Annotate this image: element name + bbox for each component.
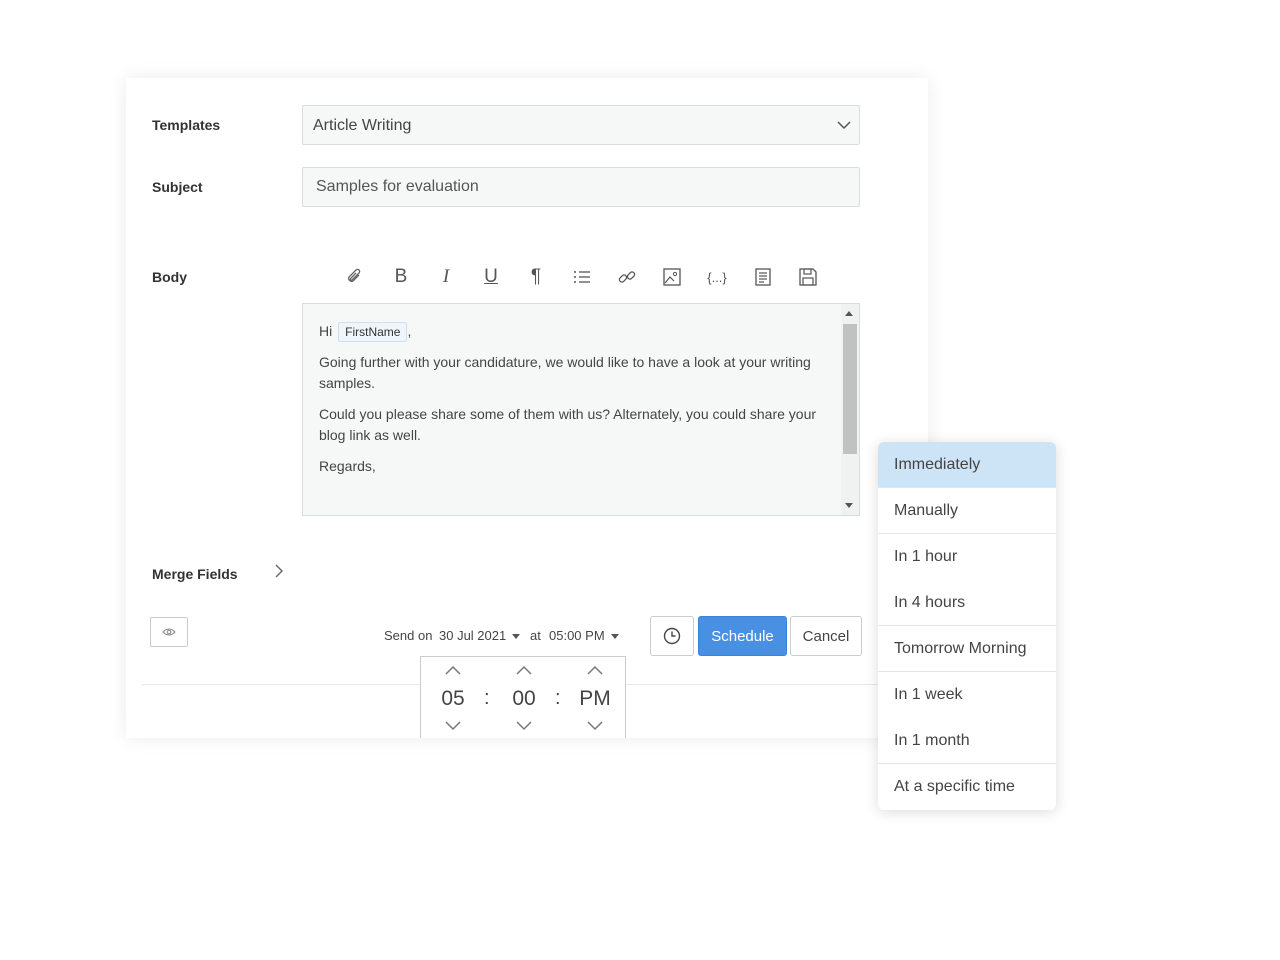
scroll-down-icon[interactable] — [845, 503, 853, 508]
greeting-line: Hi FirstName, — [319, 321, 823, 342]
body-paragraph-1: Going further with your candidature, we … — [319, 354, 811, 391]
image-icon[interactable] — [657, 262, 687, 292]
menu-item-in-1-week[interactable]: In 1 week — [878, 672, 1056, 718]
templates-select[interactable]: Article Writing — [302, 105, 860, 145]
menu-item-immediately[interactable]: Immediately — [878, 442, 1056, 488]
paperclip-icon[interactable] — [340, 262, 370, 292]
menu-item-manually[interactable]: Manually — [878, 488, 1056, 534]
body-paragraph-2: Could you please share some of them with… — [319, 406, 817, 443]
paragraph-icon[interactable]: ¶ — [521, 262, 551, 292]
editor-scrollbar[interactable] — [841, 304, 859, 515]
chevron-down-icon — [837, 121, 851, 130]
scrollbar-thumb[interactable] — [843, 324, 857, 454]
italic-icon[interactable]: I — [431, 262, 461, 292]
send-on-label: Send on — [384, 628, 433, 643]
hour-column: 05 — [428, 657, 478, 739]
chevron-up-icon[interactable] — [515, 664, 533, 676]
hour-value[interactable]: 05 — [428, 687, 478, 711]
templates-select-value: Article Writing — [313, 117, 412, 134]
eye-icon — [162, 628, 176, 636]
at-label: at — [530, 628, 541, 643]
schedule-dropdown-menu: Immediately Manually In 1 hour In 4 hour… — [878, 442, 1056, 810]
merge-field-chip[interactable]: FirstName — [338, 322, 408, 342]
chevron-down-icon[interactable] — [444, 720, 462, 732]
minute-column: 00 — [499, 657, 549, 739]
menu-item-at-specific-time[interactable]: At a specific time — [878, 764, 1056, 810]
schedule-options-button[interactable] — [650, 616, 694, 656]
merge-fields-label[interactable]: Merge Fields — [152, 566, 238, 582]
code-icon[interactable]: {...} — [702, 262, 732, 292]
chevron-down-icon[interactable] — [586, 720, 604, 732]
templates-label: Templates — [152, 117, 221, 133]
body-label: Body — [152, 269, 187, 285]
chevron-down-icon[interactable] — [515, 720, 533, 732]
list-icon[interactable] — [567, 262, 597, 292]
period-value[interactable]: PM — [570, 687, 620, 711]
clock-icon — [663, 627, 681, 645]
subject-input[interactable] — [302, 167, 860, 207]
subject-label: Subject — [152, 179, 203, 195]
caret-down-icon — [610, 634, 619, 640]
send-time-dropdown[interactable]: 05:00 PM — [549, 628, 619, 643]
menu-item-in-4-hours[interactable]: In 4 hours — [878, 580, 1056, 626]
save-icon[interactable] — [793, 262, 823, 292]
time-separator: : — [555, 687, 561, 709]
scroll-up-icon[interactable] — [845, 311, 853, 316]
chevron-up-icon[interactable] — [444, 664, 462, 676]
underline-icon[interactable]: U — [476, 262, 506, 292]
caret-down-icon — [512, 634, 521, 640]
schedule-button[interactable]: Schedule — [698, 616, 787, 656]
chevron-right-icon[interactable] — [272, 562, 286, 580]
link-icon[interactable] — [612, 262, 642, 292]
chevron-up-icon[interactable] — [586, 664, 604, 676]
minute-value[interactable]: 00 — [499, 687, 549, 711]
sign-off: Regards, — [319, 458, 376, 474]
template-icon[interactable] — [748, 262, 778, 292]
period-column: PM — [570, 657, 620, 739]
send-date-dropdown[interactable]: 30 Jul 2021 — [439, 628, 521, 643]
body-editor[interactable]: Hi FirstName, Going further with your ca… — [302, 303, 860, 516]
bold-icon[interactable]: B — [386, 262, 416, 292]
preview-button[interactable] — [150, 617, 188, 647]
menu-item-in-1-hour[interactable]: In 1 hour — [878, 534, 1056, 580]
time-separator: : — [484, 687, 490, 709]
menu-item-tomorrow-morning[interactable]: Tomorrow Morning — [878, 626, 1056, 672]
cancel-button[interactable]: Cancel — [790, 616, 862, 656]
menu-item-in-1-month[interactable]: In 1 month — [878, 718, 1056, 764]
time-picker: 05 : 00 : PM — [420, 656, 626, 738]
